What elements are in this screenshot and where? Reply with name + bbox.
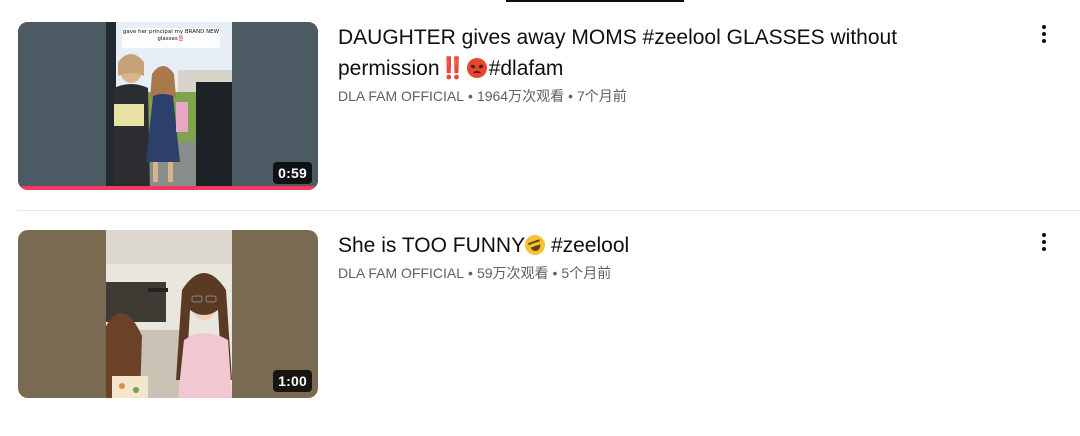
video-title-hashtag: #dlafam xyxy=(488,57,564,80)
double-exclamation-icon: ‼️ xyxy=(439,57,466,80)
meta-separator: • xyxy=(552,265,558,281)
upload-age: 7个月前 xyxy=(577,88,627,104)
more-vert-icon[interactable] xyxy=(1034,230,1054,254)
view-count: 59万次观看 xyxy=(476,265,549,281)
search-results-page: gave her principal my BRAND NEW glasses‼… xyxy=(0,0,1080,436)
meta-separator: • xyxy=(468,88,473,104)
rolling-laughing-face-icon xyxy=(522,232,548,258)
video-thumbnail[interactable]: gave her principal my BRAND NEW glasses‼… xyxy=(18,22,318,190)
watch-progress-fill xyxy=(18,186,318,190)
video-title-text: DAUGHTER gives away MOMS #zeelool GLASSE… xyxy=(338,26,898,80)
upload-age: 5个月前 xyxy=(561,265,612,281)
video-info: DAUGHTER gives away MOMS #zeelool GLASSE… xyxy=(338,22,1018,106)
result-divider xyxy=(18,210,1080,211)
active-tab-indicator xyxy=(506,0,684,2)
more-vert-icon[interactable] xyxy=(1034,22,1054,46)
video-metadata: DLA FAM OFFICIAL • 59万次观看 • 5个月前 xyxy=(338,263,1018,283)
video-result[interactable]: gave her principal my BRAND NEW glasses‼… xyxy=(18,22,1080,190)
video-title[interactable]: DAUGHTER gives away MOMS #zeelool GLASSE… xyxy=(338,22,1018,84)
video-title[interactable]: She is TOO FUNNY #zeelool xyxy=(338,230,1018,261)
video-duration: 0:59 xyxy=(273,162,312,184)
meta-separator: • xyxy=(468,265,473,281)
meta-separator: • xyxy=(568,88,573,104)
angry-face-icon xyxy=(466,58,487,78)
video-title-text: She is TOO FUNNY xyxy=(338,234,526,257)
video-title-hashtag: #zeelool xyxy=(550,234,630,257)
video-metadata: DLA FAM OFFICIAL • 1964万次观看 • 7个月前 xyxy=(338,86,1018,106)
channel-name[interactable]: DLA FAM OFFICIAL xyxy=(338,265,464,281)
video-thumbnail[interactable]: 1:00 xyxy=(18,230,318,398)
video-duration: 1:00 xyxy=(273,370,312,392)
channel-name[interactable]: DLA FAM OFFICIAL xyxy=(338,88,464,104)
view-count: 1964万次观看 xyxy=(476,88,565,104)
thumbnail-caption: gave her principal my BRAND NEW glasses‼… xyxy=(122,29,220,42)
video-result[interactable]: 1:00 She is TOO FUNNY #zeelool DLA FAM O… xyxy=(18,230,1080,398)
video-info: She is TOO FUNNY #zeelool DLA FAM OFFICI… xyxy=(338,230,1018,283)
watch-progress-bar xyxy=(18,186,318,190)
